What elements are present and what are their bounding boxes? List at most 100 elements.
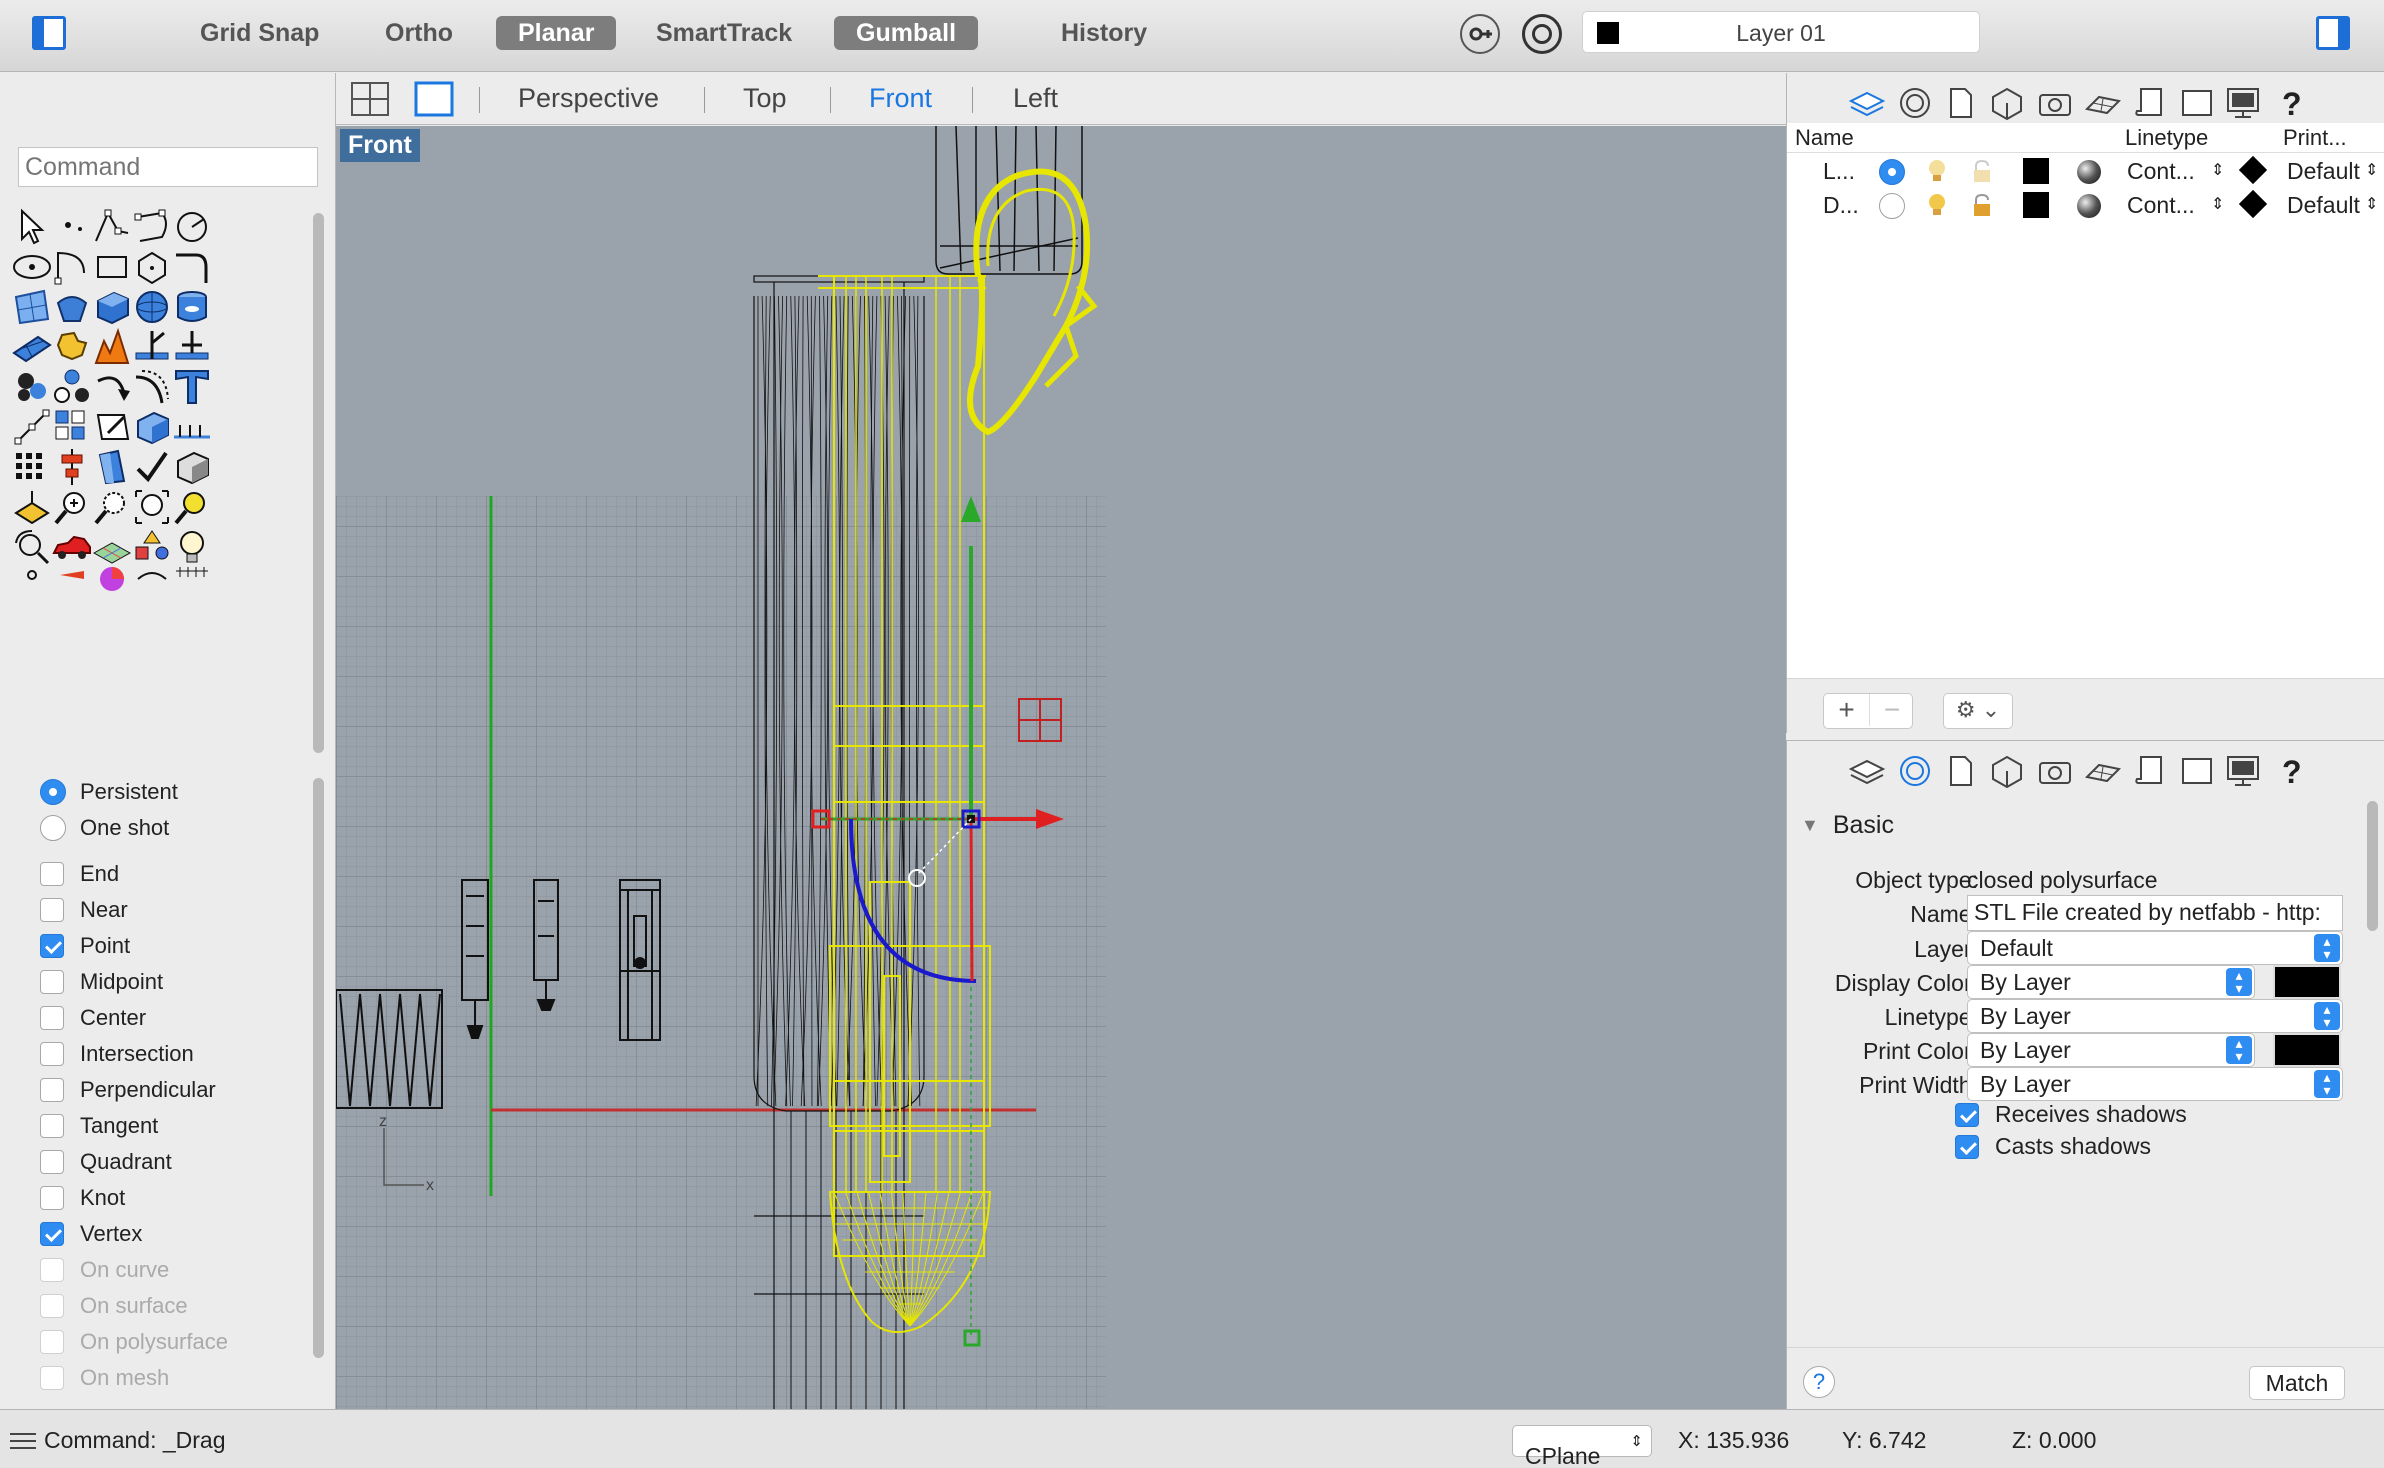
layer-print-width[interactable]: Default [2287, 192, 2360, 219]
osnap-center[interactable]: Center [40, 1003, 146, 1033]
add-layer-button[interactable]: + [1824, 694, 1869, 726]
camera-tab-icon[interactable] [2037, 753, 2073, 789]
linetype-stepper-icon[interactable]: ⇕ [2211, 194, 2224, 214]
center-checkbox[interactable] [40, 1006, 64, 1030]
layers-tab-icon[interactable] [1848, 85, 1886, 121]
one-shot-radio[interactable] [40, 815, 66, 841]
osnap-point[interactable]: Point [40, 931, 130, 961]
tool-palette-scrollbar[interactable] [313, 213, 324, 753]
knot-checkbox[interactable] [40, 1186, 64, 1210]
match-button[interactable]: Match [2249, 1366, 2345, 1400]
near-checkbox[interactable] [40, 898, 64, 922]
osnap-end[interactable]: End [40, 859, 119, 889]
properties-tab-icon[interactable] [1897, 85, 1933, 121]
layer-visible-bulb-icon[interactable] [1925, 158, 1949, 184]
point-checkbox[interactable] [40, 934, 64, 958]
gumball-button[interactable]: Gumball [834, 16, 979, 50]
layers-tab-icon[interactable] [1848, 753, 1886, 789]
print-color-swatch[interactable] [2273, 1033, 2341, 1067]
perpendicular-checkbox[interactable] [40, 1078, 64, 1102]
print-width-popup[interactable]: By Layer ▴ ▾ [1967, 1067, 2343, 1101]
command-input[interactable] [19, 148, 317, 186]
osnap-vertex[interactable]: Vertex [40, 1219, 142, 1249]
layer-color-swatch[interactable] [2023, 192, 2049, 218]
monitor-tab-icon[interactable] [2225, 85, 2261, 121]
osnap-persistent[interactable]: Persistent [40, 777, 178, 807]
layer-linetype[interactable]: Cont... [2127, 158, 2195, 185]
single-viewport-icon[interactable] [414, 81, 454, 117]
smarttrack-button[interactable]: SmartTrack [634, 16, 814, 50]
notes-tab-icon[interactable] [2131, 85, 2167, 121]
object-tab-icon[interactable] [1989, 753, 2025, 789]
record-history-icon[interactable] [1460, 14, 1500, 54]
current-layer-radio[interactable] [1879, 193, 1905, 219]
command-field[interactable] [18, 147, 318, 187]
layer-popup[interactable]: Default ▴ ▾ [1967, 931, 2343, 965]
tab-perspective[interactable]: Perspective [518, 83, 659, 114]
viewport-scene[interactable]: z x [336, 126, 1786, 1409]
osnap-quadrant[interactable]: Quadrant [40, 1147, 172, 1177]
help-tab-icon[interactable]: ? [2273, 85, 2309, 122]
command-history-icon[interactable] [10, 1430, 36, 1450]
right-panel-toggle-icon[interactable] [2316, 16, 2350, 50]
receives-shadows-option[interactable]: Receives shadows [1955, 1101, 2187, 1128]
basic-section-header[interactable]: ▼ Basic [1801, 811, 1894, 840]
linetype-column-header[interactable]: Linetype [2125, 125, 2208, 151]
midpoint-checkbox[interactable] [40, 970, 64, 994]
osnap-scrollbar[interactable] [313, 778, 324, 1358]
osnap-perpendicular[interactable]: Perpendicular [40, 1075, 216, 1105]
receives-shadows-checkbox[interactable] [1955, 1102, 1979, 1127]
layer-visible-bulb-icon[interactable] [1925, 192, 1949, 218]
layer-lock-icon[interactable] [1971, 193, 1993, 218]
history-button[interactable]: History [1039, 16, 1169, 50]
name-field[interactable]: STL File created by netfabb - http: [1967, 895, 2343, 931]
properties-scrollbar[interactable] [2367, 801, 2378, 931]
tab-front[interactable]: Front [869, 83, 932, 114]
layer-row[interactable]: D... Cont... ⇕ Default ⇕ [1787, 189, 2384, 222]
viewport-title[interactable]: Front [340, 129, 420, 162]
layer-row[interactable]: L... Cont... ⇕ Default ⇕ [1787, 155, 2384, 188]
end-checkbox[interactable] [40, 862, 64, 886]
layer-name[interactable]: D... [1823, 192, 1859, 219]
current-layer-radio[interactable] [1879, 159, 1905, 185]
monitor-tab-icon[interactable] [2225, 753, 2261, 789]
front-viewport[interactable]: z x Front [336, 126, 1786, 1409]
document-tab-icon[interactable] [1943, 85, 1979, 121]
planar-button[interactable]: Planar [496, 16, 617, 50]
help-button[interactable]: ? [1803, 1366, 1835, 1398]
intersection-checkbox[interactable] [40, 1042, 64, 1066]
persistent-radio[interactable] [40, 779, 66, 805]
properties-tab-icon[interactable] [1897, 753, 1933, 789]
four-viewports-icon[interactable] [350, 81, 390, 117]
casts-shadows-checkbox[interactable] [1955, 1134, 1979, 1159]
display-tab-icon[interactable] [2179, 85, 2215, 121]
linetype-popup[interactable]: By Layer ▴ ▾ [1967, 999, 2343, 1033]
grid-snap-button[interactable]: Grid Snap [178, 16, 341, 50]
layer-linetype[interactable]: Cont... [2127, 192, 2195, 219]
tab-left[interactable]: Left [1013, 83, 1058, 114]
tangent-checkbox[interactable] [40, 1114, 64, 1138]
grid-tab-icon[interactable] [2084, 85, 2122, 121]
layer-material-icon[interactable] [2077, 194, 2101, 218]
osnap-intersection[interactable]: Intersection [40, 1039, 194, 1069]
print-color-icon[interactable] [2238, 189, 2268, 219]
print-column-header[interactable]: Print... [2283, 125, 2347, 151]
layer-name[interactable]: L... [1823, 158, 1855, 185]
object-tab-icon[interactable] [1989, 85, 2025, 121]
more-tools-4-icon[interactable] [168, 563, 216, 611]
left-panel-toggle-icon[interactable] [32, 16, 66, 50]
name-column-header[interactable]: Name [1795, 125, 1854, 151]
layer-material-icon[interactable] [2077, 160, 2101, 184]
print-color-icon[interactable] [2238, 155, 2268, 185]
remove-layer-button[interactable]: − [1869, 694, 1914, 726]
layer-color-swatch[interactable] [2023, 158, 2049, 184]
casts-shadows-option[interactable]: Casts shadows [1955, 1133, 2151, 1160]
grid-tab-icon[interactable] [2084, 753, 2122, 789]
display-tab-icon[interactable] [2179, 753, 2215, 789]
print-width-stepper-icon[interactable]: ⇕ [2365, 194, 2378, 214]
display-color-popup[interactable]: By Layer ▴ ▾ [1967, 965, 2255, 999]
target-icon[interactable] [1522, 14, 1562, 54]
layer-lock-icon[interactable] [1971, 159, 1993, 184]
cplane-selector[interactable]: CPlane ⇕ [1512, 1425, 1652, 1468]
linetype-stepper-icon[interactable]: ⇕ [2211, 160, 2224, 180]
